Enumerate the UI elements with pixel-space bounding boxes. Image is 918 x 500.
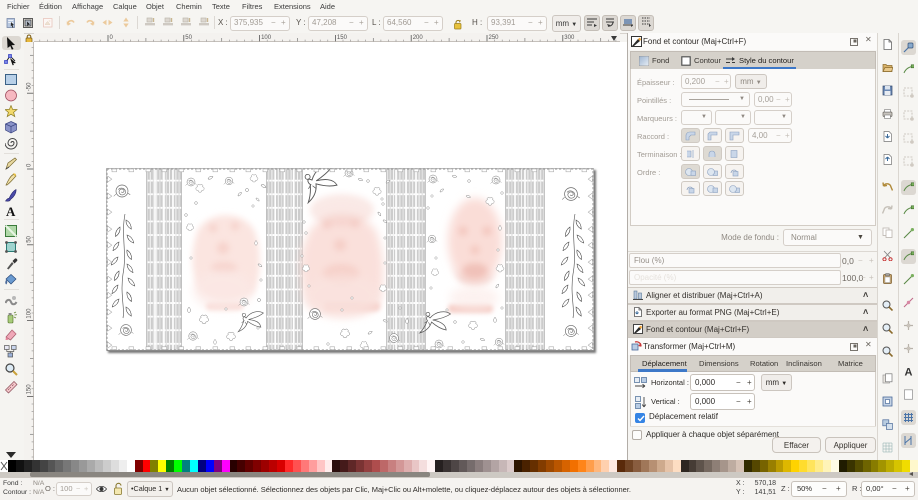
svg-text:-50: -50 [27, 82, 33, 91]
svg-text:50: 50 [27, 235, 33, 242]
svg-text:A: A [905, 367, 913, 378]
svg-text:200: 200 [413, 35, 424, 41]
svg-text:A: A [6, 205, 16, 219]
svg-text:100: 100 [27, 308, 33, 319]
svg-text:150: 150 [27, 384, 33, 395]
svg-text:250: 250 [489, 35, 500, 41]
svg-text:300: 300 [564, 35, 575, 41]
svg-text:150: 150 [337, 35, 348, 41]
svg-text:100: 100 [261, 35, 272, 41]
